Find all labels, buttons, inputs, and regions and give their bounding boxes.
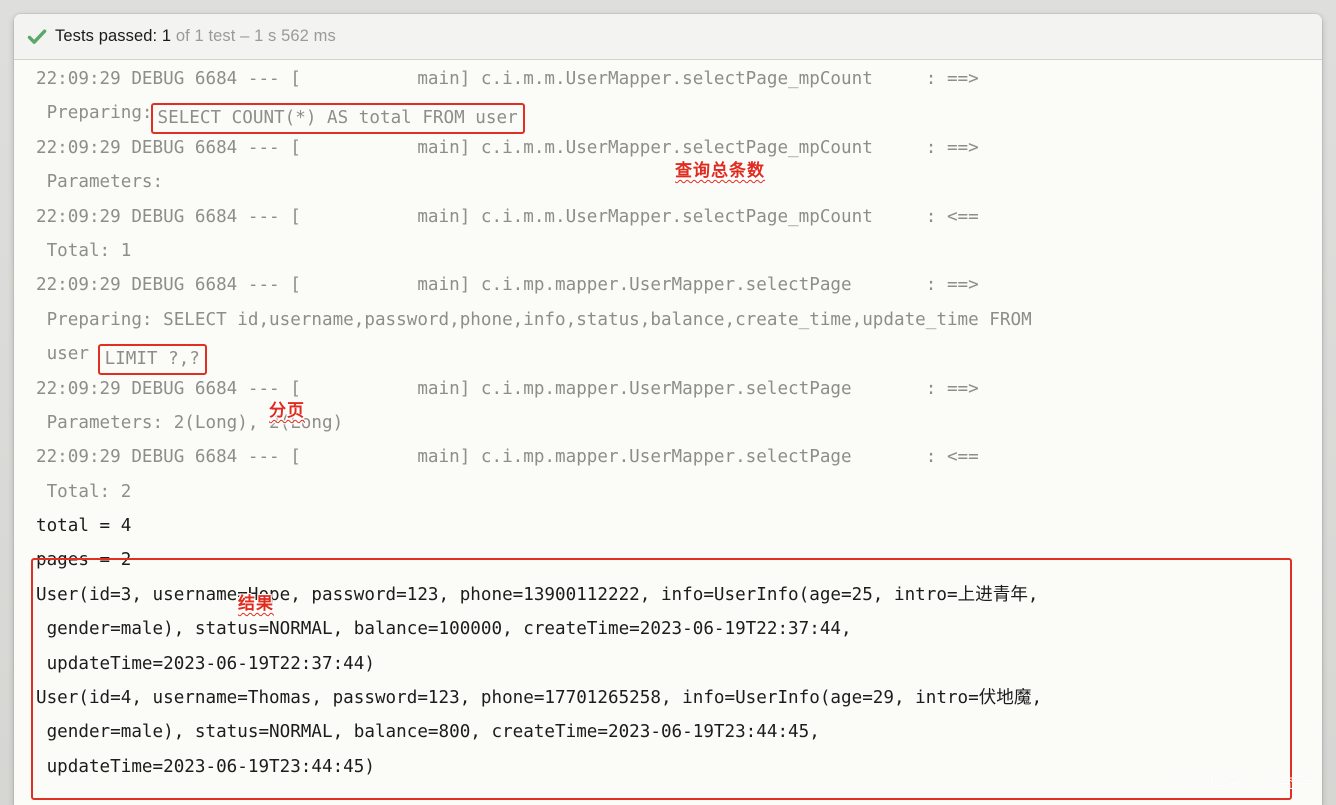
tests-passed-count: 1 bbox=[161, 27, 172, 45]
console-log-line: 22:09:29 DEBUG 6684 --- [ main] c.i.mp.m… bbox=[36, 378, 979, 399]
console-log-line: Parameters: 2(Long), 2(Long) bbox=[36, 412, 344, 433]
console-result-line: User(id=4, username=Thomas, password=123… bbox=[36, 688, 1043, 709]
console-log-line: Preparing: SELECT COUNT(*) AS total FROM … bbox=[14, 96, 1322, 134]
sql-highlight-box: LIMIT ?,? bbox=[97, 343, 207, 375]
console-result-line: total = 4 bbox=[36, 516, 132, 537]
console-log-line: Total: 1 bbox=[36, 240, 132, 261]
console-log-line: 22:09:29 DEBUG 6684 --- [ main] c.i.mp.m… bbox=[36, 447, 979, 468]
test-status-bar: Tests passed: 1 of 1 test – 1 s 562 ms bbox=[14, 14, 1322, 60]
run-tool-window: Tests passed: 1 of 1 test – 1 s 562 ms 2… bbox=[14, 14, 1322, 805]
annotation-pagination: 分页 bbox=[269, 401, 305, 421]
console-log-line: 22:09:29 DEBUG 6684 --- [ main] c.i.mp.m… bbox=[36, 275, 979, 296]
console-result-line: pages = 2 bbox=[36, 550, 132, 571]
console-result-line: User(id=3, username=Hope, password=123, … bbox=[36, 584, 1039, 605]
console-result-line: updateTime=2023-06-19T23:44:45) bbox=[36, 756, 375, 777]
console-log-line: Total: 2 bbox=[36, 481, 132, 502]
log-text-fragment: Preparing: bbox=[36, 103, 153, 124]
console-log-line: Preparing: SELECT id,username,password,p… bbox=[36, 309, 1032, 330]
console-result-line: gender=male), status=NORMAL, balance=100… bbox=[36, 619, 852, 640]
console-output[interactable]: 22:09:29 DEBUG 6684 --- [ main] c.i.m.m.… bbox=[14, 60, 1322, 805]
watermark-text: 黑马程序员-研究院 bbox=[1176, 775, 1312, 792]
console-log-line: 22:09:29 DEBUG 6684 --- [ main] c.i.m.m.… bbox=[36, 69, 979, 89]
annotation-count-query: 查询总条数 bbox=[675, 161, 765, 181]
console-log-line: user LIMIT ?,? bbox=[14, 337, 1322, 375]
console-log-line: Parameters: bbox=[36, 172, 164, 193]
tests-passed-label: Tests passed: bbox=[55, 27, 162, 45]
test-status-text: Tests passed: 1 of 1 test – 1 s 562 ms bbox=[55, 27, 336, 46]
tests-duration-text: of 1 test – 1 s 562 ms bbox=[171, 27, 336, 45]
annotation-result: 结果 bbox=[238, 594, 274, 614]
sql-highlight-box: SELECT COUNT(*) AS total FROM user bbox=[150, 102, 525, 134]
screenshot-root: Tests passed: 1 of 1 test – 1 s 562 ms 2… bbox=[0, 0, 1336, 805]
console-result-line: updateTime=2023-06-19T22:37:44) bbox=[36, 653, 375, 674]
console-result-line: gender=male), status=NORMAL, balance=800… bbox=[36, 722, 820, 743]
log-text-fragment: user bbox=[36, 344, 100, 365]
console-log-line: 22:09:29 DEBUG 6684 --- [ main] c.i.m.m.… bbox=[36, 206, 979, 227]
console-log-line: 22:09:29 DEBUG 6684 --- [ main] c.i.m.m.… bbox=[36, 137, 979, 158]
check-mark-icon bbox=[27, 29, 47, 44]
